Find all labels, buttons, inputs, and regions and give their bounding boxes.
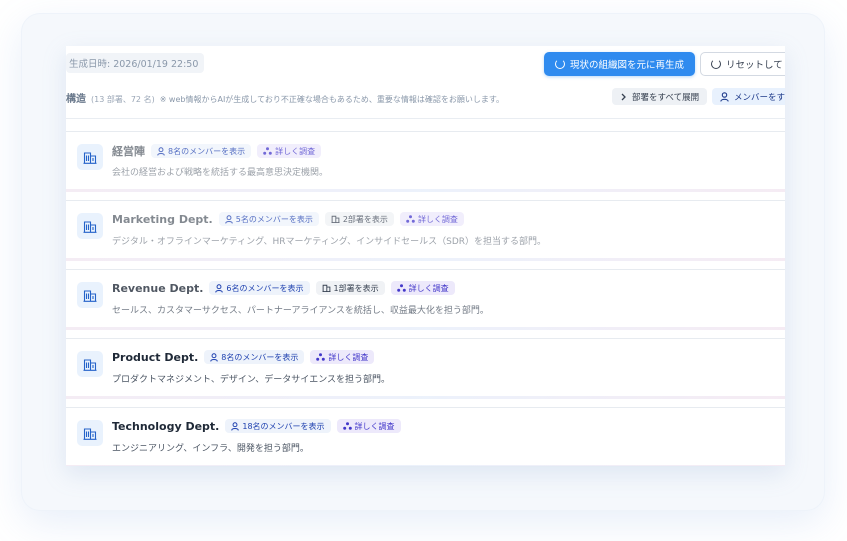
sitemap-icon — [263, 147, 272, 155]
chevron-right-icon — [621, 93, 626, 100]
show-all-members-label: メンバーをすべ — [734, 92, 785, 103]
expand-all-label: 部署をすべて展開 — [632, 92, 700, 103]
divider — [66, 396, 785, 399]
regenerate-button[interactable]: 現状の組織図を元に再生成 — [544, 52, 695, 76]
sitemap-icon — [316, 353, 326, 361]
dept-name: 経営陣 — [112, 145, 145, 158]
research-label: 詳しく調査 — [417, 214, 458, 224]
dept-header: Product Dept. 8名のメンバーを表示 詳しく調査 — [112, 350, 375, 364]
research-button[interactable]: 詳しく調査 — [310, 350, 375, 364]
divider — [66, 465, 785, 466]
user-icon — [210, 352, 219, 362]
divider — [66, 258, 785, 261]
user-icon — [231, 421, 240, 431]
reset-icon — [711, 59, 721, 69]
sitemap-icon — [396, 284, 406, 292]
building-icon — [77, 144, 103, 170]
divider — [66, 118, 785, 119]
dept-header: Technology Dept. 18名のメンバーを表示 詳しく調査 — [112, 419, 401, 433]
show-members-button[interactable]: 6名のメンバーを表示 — [209, 281, 310, 295]
org-structure-panel: 生成日時: 2026/01/19 22:50 現状の組織図を元に再生成 リセット… — [66, 46, 785, 466]
user-icon — [157, 146, 165, 156]
research-button[interactable]: 詳しく調査 — [390, 281, 455, 295]
refresh-icon — [554, 59, 565, 69]
section-title: 構造 — [66, 94, 86, 105]
dept-card[interactable]: Marketing Dept. 5名のメンバーを表示 2部署を表示 詳しく調査 … — [66, 200, 785, 261]
dept-name: Product Dept. — [112, 350, 199, 364]
regenerate-label: 現状の組織図を元に再生成 — [569, 60, 684, 71]
sitemap-icon — [406, 215, 415, 223]
dept-name: Marketing Dept. — [112, 212, 213, 226]
building-icon — [77, 351, 103, 377]
dept-count: (13 部署、72 名) — [91, 95, 155, 104]
dept-header: Marketing Dept. 5名のメンバーを表示 2部署を表示 詳しく調査 — [112, 212, 464, 226]
research-button[interactable]: 詳しく調査 — [257, 144, 322, 158]
show-members-label: 6名のメンバーを表示 — [226, 283, 304, 293]
dept-card[interactable]: Revenue Dept. 6名のメンバーを表示 1部署を表示 詳しく調査 セー… — [66, 269, 785, 330]
ai-disclaimer: ※ web情報からAIが生成しており不正確な場合もあるため、重要な情報は確認をお… — [159, 95, 505, 104]
show-subdepts-label: 2部署を表示 — [342, 214, 388, 224]
reset-label: リセットして — [726, 60, 783, 71]
dept-card[interactable]: Technology Dept. 18名のメンバーを表示 詳しく調査 エンジニア… — [66, 407, 785, 466]
dept-card[interactable]: 経営陣 8名のメンバーを表示 詳しく調査 会社の経営および戦略を統括する最高意思… — [66, 131, 785, 192]
reset-button[interactable]: リセットして — [700, 52, 785, 76]
dept-description: プロダクトマネジメント、デザイン、データサイエンスを担う部門。 — [112, 375, 391, 385]
dept-description: 会社の経営および戦略を統括する最高意思決定機関。 — [112, 168, 329, 178]
show-subdepts-button[interactable]: 2部署を表示 — [324, 212, 394, 226]
show-members-label: 8名のメンバーを表示 — [221, 352, 299, 362]
generated-timestamp: 生成日時: 2026/01/19 22:50 — [66, 53, 205, 73]
user-icon — [720, 91, 729, 102]
dept-header: 経営陣 8名のメンバーを表示 詳しく調査 — [112, 143, 322, 159]
show-all-members-button[interactable]: メンバーをすべ — [712, 88, 785, 105]
dept-description: デジタル・オフラインマーケティング、HRマーケティング、インサイドセールス（SD… — [112, 237, 547, 247]
building-icon — [77, 420, 103, 446]
dept-name: Technology Dept. — [112, 419, 220, 433]
dept-name: Revenue Dept. — [112, 281, 204, 295]
research-button[interactable]: 詳しく調査 — [399, 212, 464, 226]
show-members-label: 8名のメンバーを表示 — [168, 146, 246, 156]
show-members-button[interactable]: 8名のメンバーを表示 — [204, 350, 305, 364]
show-members-button[interactable]: 18名のメンバーを表示 — [225, 419, 331, 433]
divider — [66, 189, 785, 192]
dept-description: セールス、カスタマーサクセス、パートナーアライアンスを統括し、収益最大化を担う部… — [112, 306, 489, 316]
research-label: 詳しく調査 — [354, 421, 395, 431]
show-members-button[interactable]: 5名のメンバーを表示 — [218, 212, 319, 226]
research-label: 詳しく調査 — [328, 352, 369, 362]
building-icon — [77, 282, 103, 308]
show-subdepts-button[interactable]: 1部署を表示 — [315, 281, 385, 295]
generated-label: 生成日時: 2026/01/19 22:50 — [69, 59, 199, 70]
building-icon — [77, 213, 103, 239]
show-members-button[interactable]: 8名のメンバーを表示 — [151, 144, 252, 158]
dept-header: Revenue Dept. 6名のメンバーを表示 1部署を表示 詳しく調査 — [112, 281, 455, 295]
dept-card[interactable]: Product Dept. 8名のメンバーを表示 詳しく調査 プロダクトマネジメ… — [66, 338, 785, 399]
building-small-icon — [331, 215, 340, 223]
user-icon — [224, 214, 233, 224]
show-members-label: 18名のメンバーを表示 — [242, 421, 325, 431]
dept-description: エンジニアリング、インフラ、開発を担う部門。 — [112, 444, 309, 454]
sitemap-icon — [342, 422, 352, 430]
divider — [66, 327, 785, 330]
show-members-label: 5名のメンバーを表示 — [235, 214, 313, 224]
show-subdepts-label: 1部署を表示 — [333, 283, 379, 293]
research-label: 詳しく調査 — [275, 146, 316, 156]
structure-subheader: 構造 (13 部署、72 名) ※ web情報からAIが生成しており不正確な場合… — [66, 90, 504, 105]
building-small-icon — [322, 284, 331, 292]
research-label: 詳しく調査 — [408, 283, 449, 293]
research-button[interactable]: 詳しく調査 — [336, 419, 401, 433]
expand-all-button[interactable]: 部署をすべて展開 — [612, 88, 708, 105]
user-icon — [215, 283, 224, 293]
